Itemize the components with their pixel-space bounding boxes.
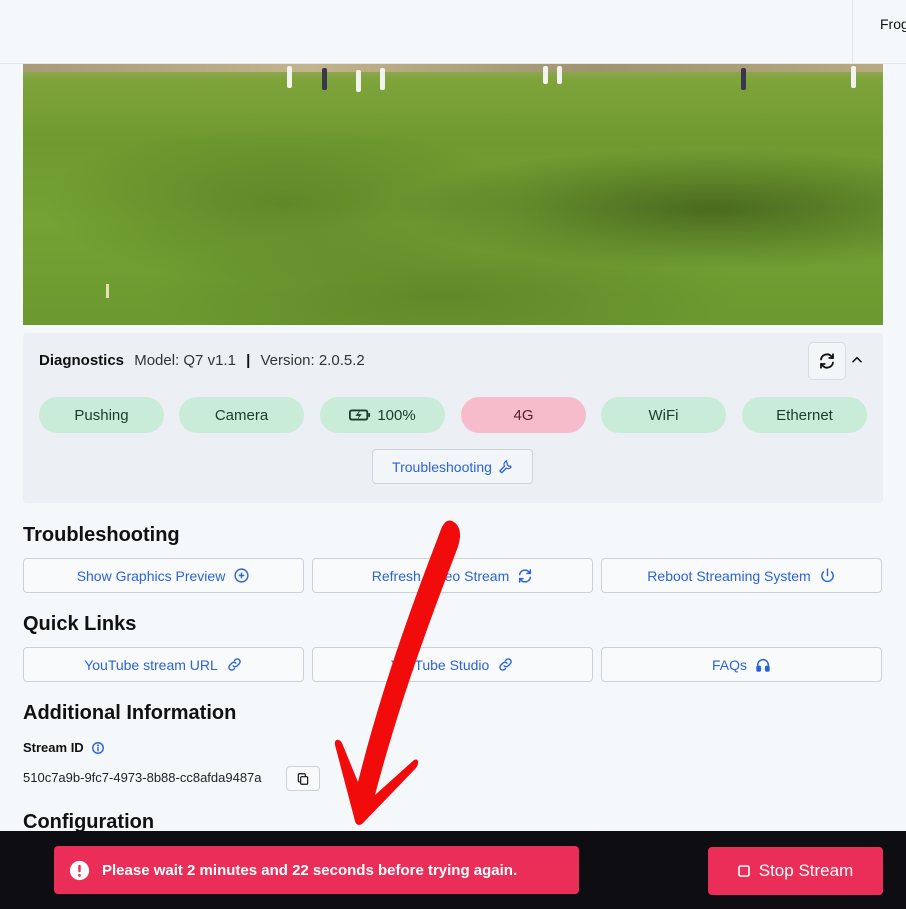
video-preview — [23, 64, 883, 325]
status-pill-battery: 100% — [320, 397, 445, 433]
info-icon[interactable] — [91, 741, 105, 755]
diagnostics-title: Diagnostics — [39, 352, 125, 369]
alert-icon — [69, 860, 90, 881]
collapse-diagnostics-button[interactable] — [849, 352, 865, 368]
additional-information-heading: Additional Information — [23, 702, 237, 724]
button-label: Reboot Streaming System — [647, 567, 811, 584]
meta-separator: | — [246, 352, 251, 369]
user-menu[interactable]: Frog — [880, 16, 906, 32]
status-label: WiFi — [648, 406, 679, 424]
refresh-diagnostics-button[interactable] — [808, 342, 846, 380]
video-player-figure — [543, 66, 548, 84]
battery-charging-icon — [349, 408, 371, 422]
button-label: Show Graphics Preview — [76, 567, 226, 584]
button-label: Refresh Video Stream — [371, 567, 510, 584]
status-pill-ethernet: Ethernet — [742, 397, 867, 433]
rate-limit-toast: Please wait 2 minutes and 22 seconds bef… — [54, 846, 579, 894]
status-label: Camera — [214, 406, 269, 424]
status-pill-camera: Camera — [179, 397, 304, 433]
bottom-action-bar: Please wait 2 minutes and 22 seconds bef… — [0, 831, 906, 909]
troubleshooting-heading: Troubleshooting — [23, 524, 180, 546]
top-bar-divider — [852, 0, 853, 64]
troubleshooting-button[interactable]: Troubleshooting — [372, 449, 533, 484]
link-icon — [226, 656, 243, 673]
stop-square-icon — [737, 865, 750, 877]
stream-id-label: Stream ID — [23, 740, 84, 755]
quick-links-heading: Quick Links — [23, 613, 137, 635]
faqs-link[interactable]: FAQs — [601, 647, 882, 682]
headset-icon — [755, 657, 771, 673]
troubleshooting-button-label: Troubleshooting — [392, 458, 492, 475]
status-pill-pushing: Pushing — [39, 397, 164, 433]
status-label: 100% — [377, 406, 416, 424]
button-label: YouTube Studio — [390, 656, 490, 673]
diagnostics-header: Diagnostics Model: Q7 v1.1 | Version: 2.… — [39, 352, 365, 369]
plus-circle-icon — [233, 567, 250, 584]
youtube-stream-url-link[interactable]: YouTube stream URL — [23, 647, 304, 682]
wrench-icon — [498, 459, 513, 474]
refresh-icon — [517, 568, 533, 584]
show-graphics-preview-button[interactable]: Show Graphics Preview — [23, 558, 304, 593]
video-player-figure — [851, 66, 856, 88]
status-label: Pushing — [74, 406, 129, 424]
status-label: 4G — [513, 406, 534, 424]
video-player-figure — [356, 70, 361, 92]
video-player-figure — [557, 66, 562, 84]
video-background-edge — [23, 64, 883, 72]
status-pill-4g: 4G — [461, 397, 586, 433]
status-label: Ethernet — [776, 406, 833, 424]
stream-id-label-row: Stream ID — [23, 740, 105, 755]
video-player-figure — [741, 68, 746, 90]
diagnostics-panel: Diagnostics Model: Q7 v1.1 | Version: 2.… — [23, 333, 883, 503]
power-icon — [819, 567, 836, 584]
stream-id-value: 510c7a9b-9fc7-4973-8b88-cc8afda9487a — [23, 770, 262, 785]
copy-icon — [296, 772, 310, 786]
copy-stream-id-button[interactable] — [286, 766, 320, 791]
refresh-icon — [818, 352, 836, 370]
video-player-figure — [322, 68, 327, 90]
button-label: FAQs — [711, 656, 747, 673]
status-pill-wifi: WiFi — [601, 397, 726, 433]
stop-stream-button[interactable]: Stop Stream — [708, 847, 883, 895]
video-player-figure — [380, 68, 385, 90]
toast-message: Please wait 2 minutes and 22 seconds bef… — [102, 861, 518, 879]
reboot-streaming-system-button[interactable]: Reboot Streaming System — [601, 558, 882, 593]
device-model: Model: Q7 v1.1 — [134, 352, 236, 369]
refresh-video-stream-button[interactable]: Refresh Video Stream — [312, 558, 593, 593]
chevron-up-icon — [850, 353, 864, 367]
button-label: YouTube stream URL — [84, 656, 218, 673]
stop-stream-label: Stop Stream — [758, 861, 854, 880]
firmware-version: Version: 2.0.5.2 — [260, 352, 365, 369]
video-player-figure — [287, 66, 292, 88]
youtube-studio-link[interactable]: YouTube Studio — [312, 647, 593, 682]
link-icon — [497, 656, 514, 673]
top-bar: Frog — [0, 0, 906, 64]
video-field-marker — [106, 284, 109, 298]
